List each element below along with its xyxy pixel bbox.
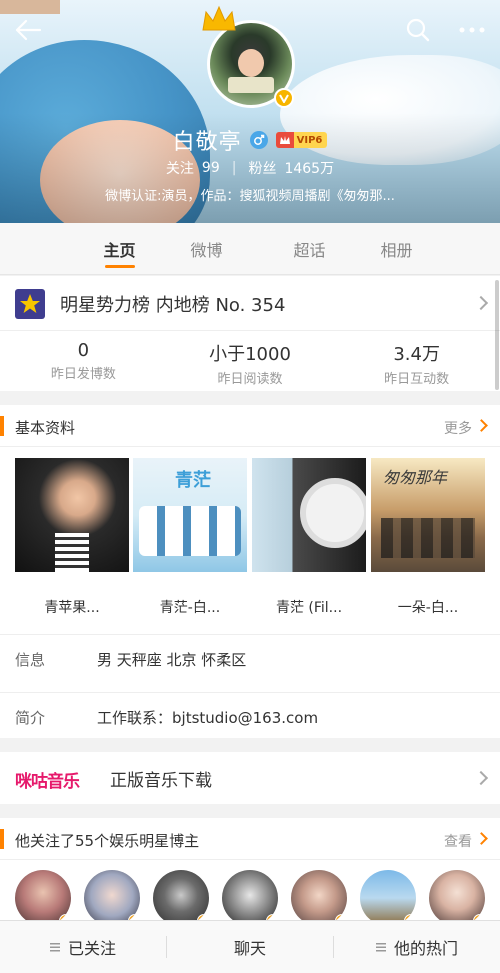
stat-reads: 小于1000 昨日阅读数 — [167, 332, 334, 390]
fans-count[interactable]: 1465万 — [284, 158, 334, 178]
his-hot-button[interactable]: 他的热门 — [334, 935, 500, 959]
view-link[interactable]: 查看 — [444, 831, 472, 851]
menu-icon — [375, 942, 386, 952]
followed-button[interactable]: 已关注 — [0, 935, 166, 959]
tab-weibo[interactable]: 微博 — [179, 223, 234, 274]
name-row: 白敬亭 VIP6 — [0, 124, 500, 156]
info-label: 信息 — [15, 651, 46, 669]
basic-info-card: 基本资料 更多 青茫 匆匆那年 青苹果... 青茫-白... 青茫 (Fil..… — [0, 405, 500, 738]
tab-supertopic-label: 超话 — [293, 240, 326, 260]
bottom-action-bar: 已关注 聊天 他的热门 — [0, 920, 500, 973]
vip-badge[interactable]: VIP6 — [275, 132, 328, 148]
active-tab-indicator — [104, 265, 135, 268]
album-cover-2[interactable]: 青茫 — [133, 458, 247, 572]
following-header[interactable]: 他关注了55个娱乐明星博主 查看 — [0, 818, 500, 860]
follow-stats: 关注 99 | 粉丝 1465万 — [0, 158, 500, 178]
followed-avatar[interactable] — [360, 870, 416, 926]
section-accent-bar — [0, 829, 4, 849]
basic-info-title: 基本资料 — [15, 419, 76, 437]
stats-separator: | — [231, 160, 237, 176]
follow-count[interactable]: 99 — [202, 160, 220, 176]
star-ranking-row[interactable]: 明星势力榜 内地榜 No. 354 — [0, 276, 500, 331]
tab-album-label: 相册 — [380, 240, 413, 260]
followed-avatar[interactable] — [84, 870, 140, 926]
basic-info-header: 基本资料 更多 — [0, 405, 500, 447]
album-cover-1[interactable] — [15, 458, 129, 572]
followed-avatar[interactable] — [291, 870, 347, 926]
header-background-decoration — [0, 0, 60, 14]
followed-avatar[interactable] — [429, 870, 485, 926]
his-hot-label: 他的热门 — [393, 939, 458, 958]
stat-interactions: 3.4万 昨日互动数 — [333, 332, 500, 390]
followed-avatar[interactable] — [222, 870, 278, 926]
more-button[interactable] — [456, 14, 488, 46]
stat-label: 昨日阅读数 — [217, 372, 283, 387]
crown-icon — [202, 5, 236, 31]
chevron-right-icon — [473, 770, 489, 786]
chat-button[interactable]: 聊天 — [167, 935, 333, 959]
info-value: 男 天秤座 北京 怀柔区 — [97, 651, 247, 669]
stat-value: 3.4万 — [393, 344, 440, 365]
followed-avatar[interactable] — [15, 870, 71, 926]
album-label-4[interactable]: 一朵-白... — [371, 597, 485, 617]
certification-text: 微博认证:演员，作品：搜狐视频周播剧《匆匆那... — [105, 189, 395, 204]
star-ranking-title: 明星势力榜 内地榜 No. 354 — [60, 295, 286, 316]
tab-home-label: 主页 — [103, 240, 136, 260]
search-icon — [406, 18, 430, 42]
intro-label: 简介 — [15, 709, 46, 727]
following-title: 他关注了55个娱乐明星博主 — [15, 832, 200, 850]
stat-value: 0 — [77, 340, 90, 361]
album-label-3[interactable]: 青茫 (Fil... — [252, 597, 366, 617]
vip-level: VIP6 — [296, 134, 323, 146]
follow-label[interactable]: 关注 — [166, 158, 194, 178]
stat-label: 昨日互动数 — [384, 372, 450, 387]
profile-name: 白敬亭 — [172, 130, 242, 155]
tab-weibo-label: 微博 — [190, 240, 223, 260]
chat-label: 聊天 — [233, 939, 266, 958]
intro-value: 工作联系：bjtstudio@163.com — [97, 709, 319, 727]
followed-label: 已关注 — [67, 939, 116, 958]
followed-avatar[interactable] — [153, 870, 209, 926]
tab-album[interactable]: 相册 — [353, 223, 440, 274]
tab-supertopic[interactable]: 超话 — [266, 223, 353, 274]
tab-home[interactable]: 主页 — [60, 223, 179, 274]
vip-crown-icon — [275, 132, 294, 148]
intro-row: 简介 工作联系：bjtstudio@163.com — [0, 692, 500, 740]
chevron-right-icon[interactable] — [475, 419, 488, 432]
album-cover-3[interactable] — [252, 458, 366, 572]
stat-label: 昨日发博数 — [50, 367, 116, 382]
back-arrow-icon — [15, 19, 42, 41]
more-dots-icon — [459, 27, 485, 33]
profile-tabs: 主页 微博 超话 相册 — [0, 223, 500, 275]
back-button[interactable] — [12, 14, 44, 46]
stat-value: 小于1000 — [209, 344, 291, 365]
album-cover-2-art-title: 青茫 — [175, 470, 211, 491]
verified-badge-icon — [274, 88, 294, 108]
album-cover-4-art-title: 匆匆那年 — [383, 468, 448, 487]
album-cover-4[interactable]: 匆匆那年 — [371, 458, 485, 572]
chevron-right-icon[interactable] — [475, 832, 488, 845]
male-gender-icon — [249, 131, 268, 149]
star-ranking-card: 明星势力榜 内地榜 No. 354 0 昨日发博数 小于1000 昨日阅读数 3… — [0, 276, 500, 391]
more-link[interactable]: 更多 — [444, 418, 472, 438]
album-label-1[interactable]: 青苹果... — [15, 597, 129, 617]
album-label-2[interactable]: 青茫-白... — [133, 597, 247, 617]
music-download-card[interactable]: 咪咕音乐 正版音乐下载 — [0, 752, 500, 804]
ranking-stats: 0 昨日发博数 小于1000 昨日阅读数 3.4万 昨日互动数 — [0, 332, 500, 390]
star-ranking-logo-icon — [15, 289, 45, 319]
migu-music-logo: 咪咕音乐 — [15, 772, 80, 792]
chevron-right-icon — [473, 295, 489, 311]
info-row: 信息 男 天秤座 北京 怀柔区 — [0, 634, 500, 682]
profile-header: 白敬亭 VIP6 关注 99 | 粉丝 1465万 微博认证:演员，作品：搜狐视… — [0, 0, 500, 223]
search-button[interactable] — [402, 14, 434, 46]
fans-label[interactable]: 粉丝 — [248, 158, 276, 178]
menu-icon — [49, 942, 60, 952]
scrollbar[interactable] — [495, 280, 499, 390]
music-download-text: 正版音乐下载 — [110, 771, 212, 791]
section-accent-bar — [0, 416, 4, 436]
stat-posts: 0 昨日发博数 — [0, 332, 167, 390]
